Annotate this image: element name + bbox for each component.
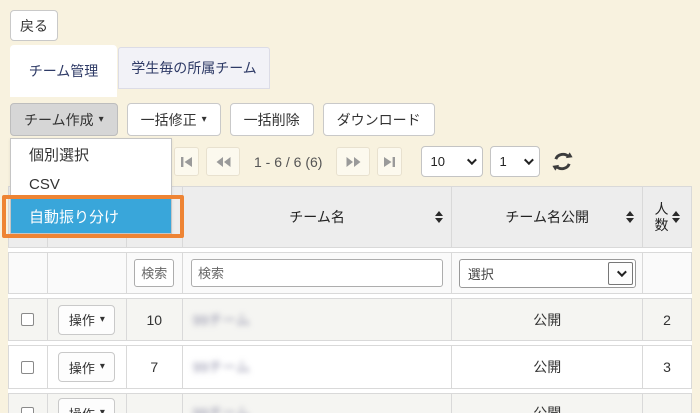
row-team-name-cell: 99チーム [183,394,453,413]
row-checkbox-cell [9,299,48,340]
header-team-name-publish-cell[interactable]: チーム名公開 [452,187,643,247]
table-filter-row: 選択 [8,252,692,294]
number-search-input[interactable] [134,259,174,287]
tab-team-management[interactable]: チーム管理 [10,45,117,97]
refresh-icon [551,150,574,173]
caret-down-icon [100,362,105,372]
next-page-button[interactable] [336,147,370,176]
table-row: 操作 10 99チーム 公開 2 [8,298,692,341]
menu-item-auto-assign[interactable]: 自動振り分け [11,199,171,233]
last-page-icon [383,156,396,168]
row-checkbox-cell [9,346,48,388]
filter-count-cell [643,253,691,293]
operation-label: 操作 [69,358,95,377]
caret-down-icon [100,315,105,325]
row-checkbox-cell [9,394,48,413]
page-size-value: 10 [430,154,444,169]
table-row: 操作 99チーム 公開 [8,393,692,413]
table-row: 操作 7 99チーム 公開 3 [8,345,692,389]
operation-button[interactable]: 操作 [58,305,115,335]
header-team-name-cell[interactable]: チーム名 [183,187,453,247]
header-member-count-cell[interactable]: 人数 [643,187,691,247]
member-count-header-label: 人数 [654,201,669,233]
row-team-name-cell: 99チーム [183,346,453,388]
pagination-bar: 1 - 6 / 6 (6) 10 1 [174,146,574,177]
row-checkbox[interactable] [21,361,34,374]
team-name-search-input[interactable] [191,259,443,287]
next-page-icon [346,156,361,168]
chevron-down-icon [524,155,534,165]
tab-teams-per-student[interactable]: 学生毎の所属チーム [118,47,270,89]
row-publish-cell: 公開 [452,346,643,388]
row-count-cell: 3 [643,346,691,388]
operation-button[interactable]: 操作 [58,398,115,413]
toolbar: チーム作成 一括修正 一括削除 ダウンロード [10,103,435,136]
chevron-down-icon [617,267,627,277]
operation-button[interactable]: 操作 [58,352,115,382]
row-count-cell [643,394,691,413]
page-number-value: 1 [499,154,506,169]
select-arrow-box [608,262,633,285]
back-button[interactable]: 戻る [10,10,58,41]
row-publish-cell: 公開 [452,394,643,413]
page-number-select[interactable]: 1 [490,146,540,177]
menu-item-individual-select[interactable]: 個別選択 [11,139,171,169]
team-name-blurred: 99チーム [193,310,250,330]
page-size-select[interactable]: 10 [421,146,483,177]
filter-checkbox-cell [9,253,48,293]
prev-page-button[interactable] [206,147,240,176]
caret-down-icon [100,408,105,413]
filter-operation-cell [48,253,127,293]
filter-team-name-cell [183,253,453,293]
row-number-cell: 10 [127,299,183,340]
filter-number-cell [127,253,183,293]
publish-filter-value: 選択 [468,264,494,283]
download-button[interactable]: ダウンロード [323,103,435,136]
operation-label: 操作 [69,404,95,413]
bulk-edit-label: 一括修正 [141,110,197,130]
caret-down-icon [99,115,104,125]
team-name-header-label: チーム名 [289,207,345,227]
page-range-text: 1 - 6 / 6 (6) [254,154,322,170]
team-management-page: 戻る チーム管理 学生毎の所属チーム チーム作成 一括修正 一括削除 ダウンロー… [0,0,700,413]
prev-page-icon [216,156,231,168]
first-page-button[interactable] [174,147,199,176]
row-operation-cell: 操作 [48,346,127,388]
bulk-edit-button[interactable]: 一括修正 [127,103,221,136]
team-name-blurred: 99チーム [193,357,250,377]
row-checkbox[interactable] [21,313,34,326]
row-operation-cell: 操作 [48,299,127,340]
first-page-icon [180,156,193,168]
create-team-label: チーム作成 [24,110,94,130]
sort-icon[interactable] [626,211,634,223]
create-team-menu: 個別選択 CSV 自動振り分け [10,138,172,234]
bulk-delete-button[interactable]: 一括削除 [230,103,314,136]
row-number-cell: 7 [127,346,183,388]
row-count-cell: 2 [643,299,691,340]
row-publish-cell: 公開 [452,299,643,340]
row-operation-cell: 操作 [48,394,127,413]
menu-item-csv[interactable]: CSV [11,169,171,199]
last-page-button[interactable] [377,147,402,176]
caret-down-icon [202,115,207,125]
row-number-cell [127,394,183,413]
team-name-publish-header-label: チーム名公開 [505,207,589,227]
sort-icon[interactable] [672,211,680,223]
sort-icon[interactable] [435,211,443,223]
chevron-down-icon [467,155,477,165]
create-team-button[interactable]: チーム作成 [10,103,118,136]
operation-label: 操作 [69,310,95,329]
row-team-name-cell: 99チーム [183,299,453,340]
row-checkbox[interactable] [21,407,34,413]
team-name-blurred: 99チーム [193,403,250,413]
refresh-button[interactable] [551,150,574,173]
publish-filter-select[interactable]: 選択 [459,259,636,288]
filter-publish-cell: 選択 [452,253,643,293]
